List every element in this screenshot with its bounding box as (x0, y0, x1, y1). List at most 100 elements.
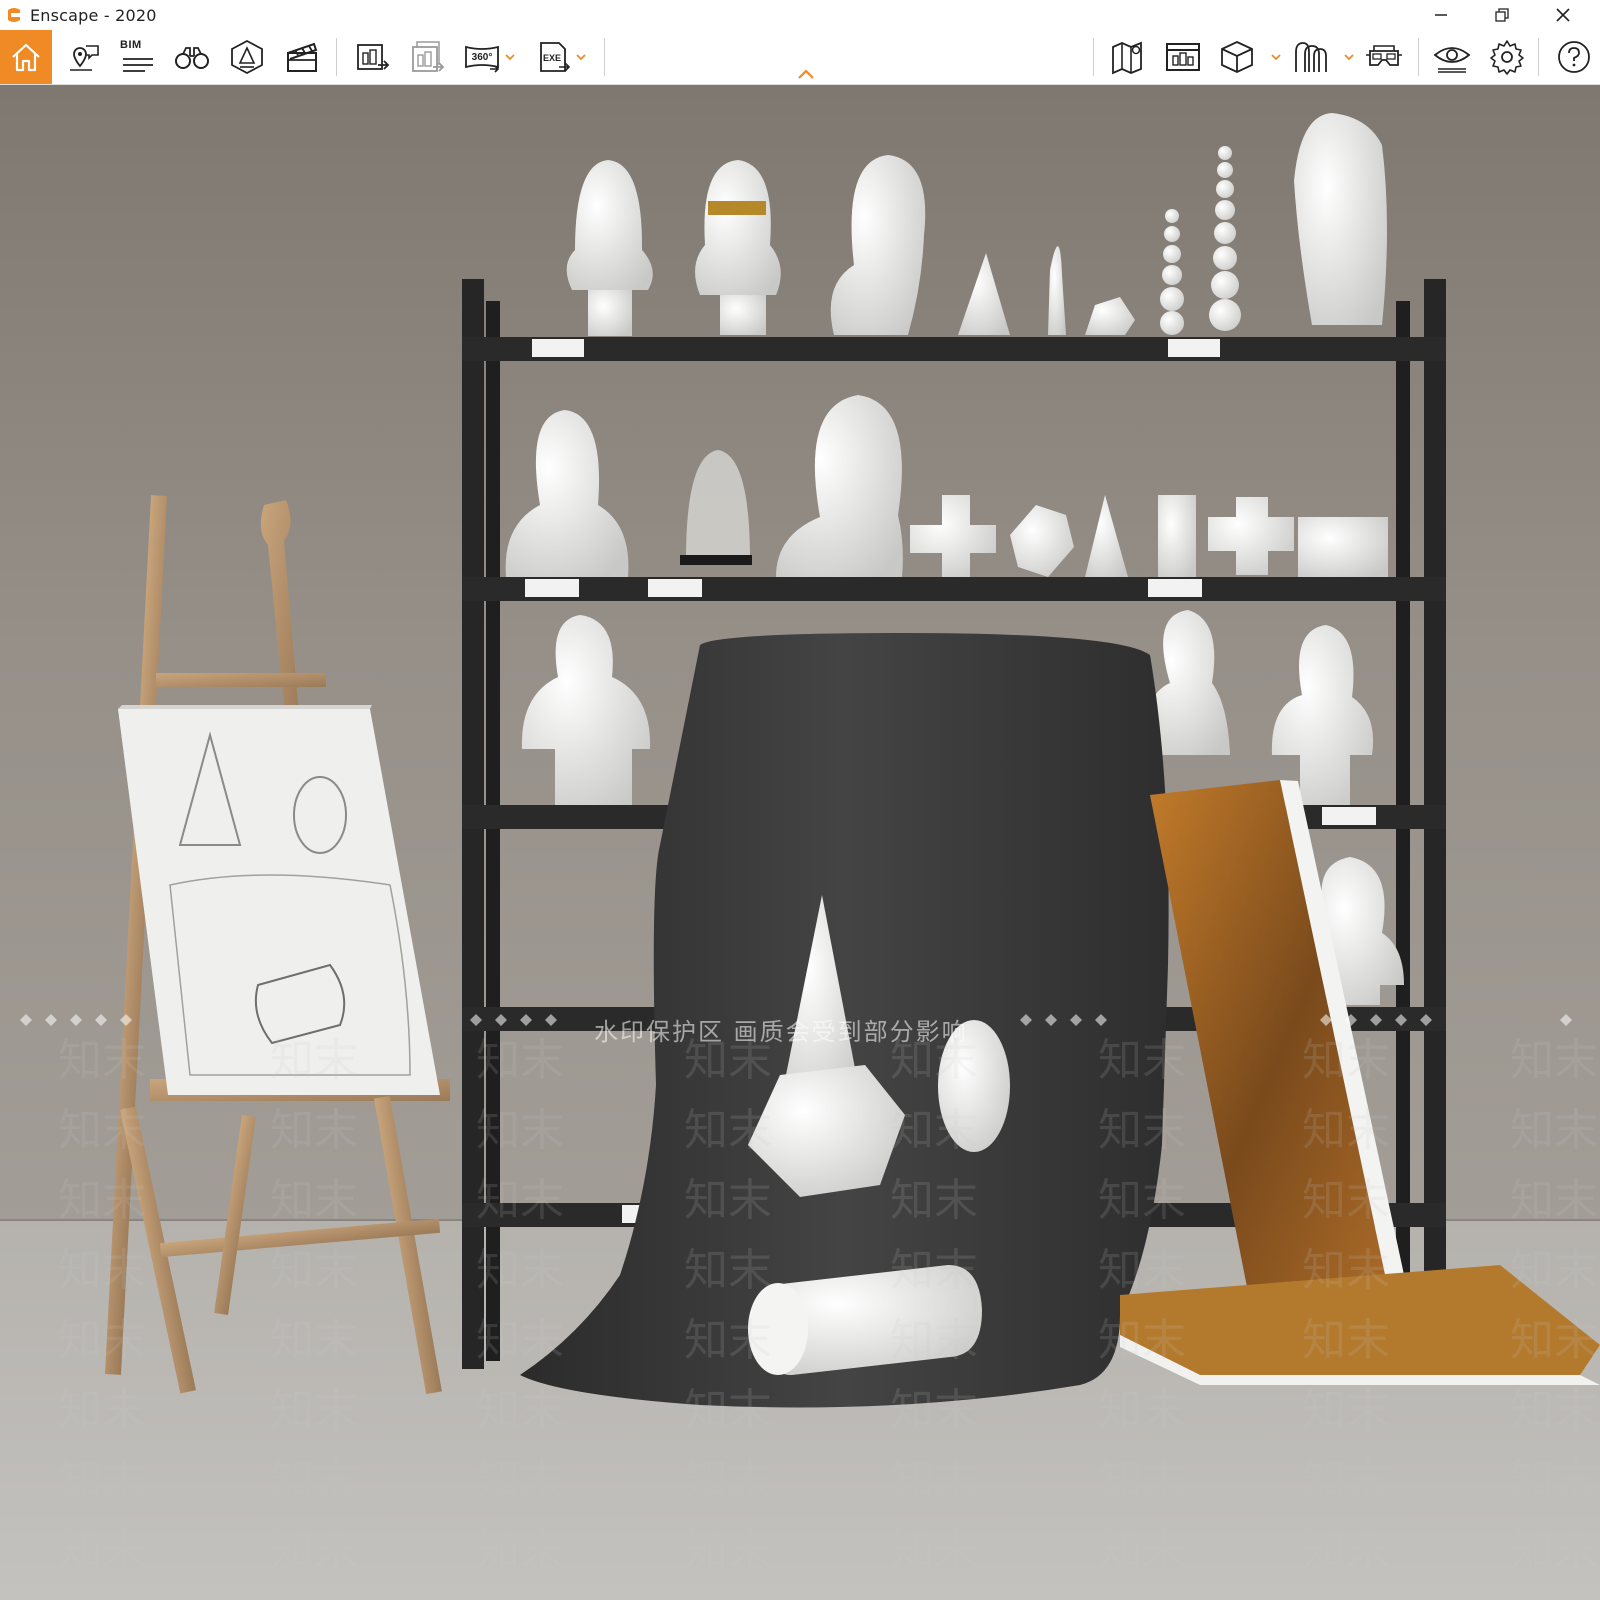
minimize-button[interactable] (1418, 0, 1464, 30)
svg-text:知末: 知末 (684, 1385, 772, 1436)
help-button[interactable] (1548, 30, 1600, 84)
render-viewport[interactable]: 知末 知末 知末 知末 知末 知末 知末 知末 知末 知末 知末 知末 知末 知末 知末 知末 知末 知末 知末… (0, 85, 1600, 1600)
help-icon (1558, 41, 1590, 73)
svg-text:知末: 知末 (270, 1455, 358, 1506)
clapperboard-icon (287, 42, 318, 72)
svg-text:知末: 知末 (58, 1315, 146, 1366)
svg-text:知末: 知末 (476, 1035, 564, 1086)
chevron-down-icon[interactable] (1343, 52, 1355, 62)
svg-text:知末: 知末 (58, 1245, 146, 1296)
svg-text:知末: 知末 (890, 1245, 978, 1296)
toolbar-separator (1418, 38, 1419, 76)
svg-text:知末: 知末 (1510, 1385, 1598, 1436)
svg-text:知末: 知末 (476, 1175, 564, 1226)
svg-text:知末: 知末 (270, 1035, 358, 1086)
svg-text:知末: 知末 (1098, 1315, 1186, 1366)
render-export-icon (357, 44, 390, 70)
svg-text:知末: 知末 (270, 1175, 358, 1226)
binoculars-icon (175, 47, 209, 69)
batch-render-button[interactable] (402, 30, 454, 84)
svg-text:知末: 知末 (890, 1525, 978, 1576)
svg-text:知末: 知末 (58, 1525, 146, 1576)
svg-text:知末: 知末 (1098, 1105, 1186, 1156)
close-button[interactable] (1540, 0, 1586, 30)
svg-text:知末: 知末 (684, 1455, 772, 1506)
exe-label: EXE (543, 53, 561, 63)
home-button[interactable] (0, 30, 52, 84)
toolbar-separator (1538, 38, 1539, 76)
chevron-down-icon[interactable] (504, 52, 516, 62)
vr-headset-icon (1366, 45, 1402, 66)
collapse-toolbar-chevron-icon[interactable] (796, 68, 816, 82)
svg-text:知末: 知末 (58, 1035, 146, 1086)
svg-text:知末: 知末 (1098, 1035, 1186, 1086)
svg-text:知末: 知末 (1510, 1175, 1598, 1226)
svg-text:知末: 知末 (1510, 1455, 1598, 1506)
svg-text:知末: 知末 (1510, 1035, 1598, 1086)
svg-text:知末: 知末 (58, 1105, 146, 1156)
cube-view-icon (1221, 41, 1253, 73)
svg-text:知末: 知末 (1510, 1245, 1598, 1296)
map-icon (1112, 41, 1142, 75)
svg-text:知末: 知末 (684, 1525, 772, 1576)
svg-text:知末: 知末 (476, 1525, 564, 1576)
cube-view-button[interactable] (1211, 30, 1263, 84)
svg-text:知末: 知末 (1302, 1035, 1390, 1086)
svg-text:知末: 知末 (1098, 1455, 1186, 1506)
svg-text:知末: 知末 (890, 1385, 978, 1436)
panorama-360-icon: 360° (465, 45, 500, 73)
view-settings-button[interactable] (1426, 30, 1478, 84)
asset-library-icon (1166, 43, 1200, 71)
toolbar-separator (1093, 38, 1094, 76)
chevron-down-icon[interactable] (575, 52, 587, 62)
svg-text:知末: 知末 (270, 1385, 358, 1436)
svg-text:知末: 知末 (1098, 1245, 1186, 1296)
video-editor-button[interactable] (276, 30, 328, 84)
svg-text:知末: 知末 (270, 1315, 358, 1366)
batch-render-icon (412, 41, 445, 72)
location-chat-icon (70, 45, 99, 71)
exe-export-button[interactable]: EXE (528, 30, 580, 84)
svg-text:知末: 知末 (1302, 1245, 1390, 1296)
toolbar-separator (336, 38, 337, 76)
location-chat-button[interactable] (57, 30, 109, 84)
svg-text:知末: 知末 (476, 1455, 564, 1506)
svg-text:知末: 知末 (890, 1455, 978, 1506)
vr-headset-button[interactable] (1358, 30, 1410, 84)
restore-button[interactable] (1479, 0, 1525, 30)
svg-text:知末: 知末 (684, 1105, 772, 1156)
panorama-button[interactable]: 360° (456, 30, 508, 84)
map-button[interactable] (1102, 30, 1154, 84)
atmosphere-icon (231, 39, 263, 75)
eye-view-icon (1433, 47, 1471, 73)
panorama-label: 360° (472, 52, 493, 63)
home-icon (12, 43, 40, 72)
toolbar-separator (604, 38, 605, 76)
window-title: Enscape - 2020 (30, 6, 157, 25)
material-button[interactable] (1285, 30, 1337, 84)
svg-text:知末: 知末 (1510, 1105, 1598, 1156)
settings-button[interactable] (1481, 30, 1533, 84)
settings-icon (1490, 40, 1524, 75)
svg-text:知末: 知末 (1098, 1525, 1186, 1576)
svg-text:知末: 知末 (1302, 1455, 1390, 1506)
minimize-icon (1435, 14, 1447, 16)
svg-text:知末: 知末 (1302, 1315, 1390, 1366)
asset-library-button[interactable] (1157, 30, 1209, 84)
svg-text:知末: 知末 (270, 1245, 358, 1296)
exe-export-icon: EXE (540, 42, 571, 72)
close-icon (1556, 8, 1570, 22)
svg-text:知末: 知末 (1302, 1175, 1390, 1226)
svg-text:知末: 知末 (476, 1385, 564, 1436)
binoculars-button[interactable] (166, 30, 218, 84)
svg-text:知末: 知末 (476, 1105, 564, 1156)
atmosphere-button[interactable] (221, 30, 273, 84)
render-export-button[interactable] (347, 30, 399, 84)
svg-text:知末: 知末 (1302, 1525, 1390, 1576)
scene-render: 知末 知末 知末 知末 知末 知末 知末 知末 知末 知末 知末 知末 知末 知末 知末 知末 知末 知末 知末… (0, 85, 1600, 1600)
title-bar: Enscape - 2020 (0, 0, 1600, 30)
chevron-down-icon[interactable] (1270, 52, 1282, 62)
svg-text:知末: 知末 (1302, 1105, 1390, 1156)
svg-text:知末: 知末 (58, 1175, 146, 1226)
svg-text:知末: 知末 (890, 1175, 978, 1226)
